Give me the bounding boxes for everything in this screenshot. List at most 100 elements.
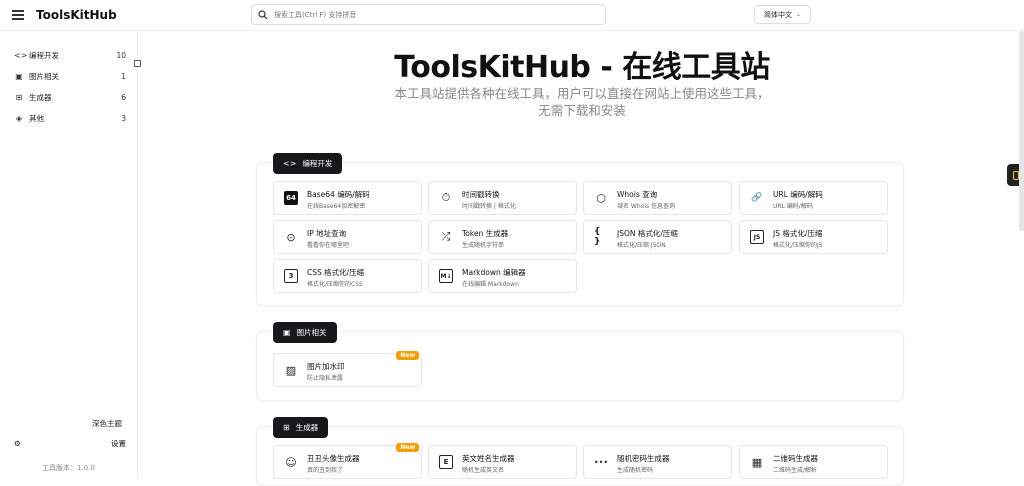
tool-desc: 域名 Whois 信息查询	[617, 203, 676, 210]
tool-desc: 格式化/压缩你的JS	[773, 242, 823, 249]
tool-card-css[interactable]: 3 CSS 格式化/压缩 格式化/压缩你的CSS	[273, 259, 422, 293]
tool-title: 图片加水印	[307, 362, 345, 371]
tool-title: 随机密码生成器	[617, 454, 670, 463]
tool-title: 时间戳转换	[462, 190, 500, 199]
js-icon: JS	[750, 230, 764, 244]
sidebar-item-label: 生成器	[29, 92, 52, 102]
tool-card-password[interactable]: ••• 随机密码生成器 生成随机密码	[583, 445, 732, 479]
settings-button[interactable]: ⚙ 设置	[14, 438, 126, 449]
image-icon: ▣	[15, 71, 23, 81]
tool-desc: 防止隐私泄露	[307, 375, 344, 382]
tool-desc: 随机生成英文名	[462, 467, 505, 474]
search-icon	[258, 9, 268, 19]
sidebar-item-image[interactable]: ▣ 图片相关 1	[14, 68, 126, 84]
tool-card-avatar[interactable]: ☺ 丑丑头像生成器 真的丑到我了 New	[273, 443, 422, 479]
tool-card-base64[interactable]: 64 Base64 编码/解码 在线Base64加密解密	[273, 181, 422, 215]
sidebar-item-label: 其他	[29, 113, 44, 123]
tool-title: CSS 格式化/压缩	[307, 268, 365, 277]
sidebar-item-count: 10	[116, 50, 126, 60]
tool-desc: 时间戳转换 | 格式化	[462, 203, 516, 210]
tool-card-qrcode[interactable]: ▦ 二维码生成器 二维码生成/解析	[739, 445, 888, 479]
dark-theme-button[interactable]: 深色主题	[92, 418, 122, 429]
tool-desc: 看看你在哪里吧	[307, 242, 350, 249]
site-logo[interactable]: ToolsKitHub	[36, 8, 117, 22]
tool-title: 英文姓名生成器	[462, 454, 515, 463]
tool-desc: 生成随机密码	[617, 467, 654, 474]
base64-icon: 64	[284, 191, 298, 205]
face-scan-icon: ☺	[285, 455, 297, 469]
search-input[interactable]	[274, 10, 594, 19]
chevron-down-icon: ⌄	[795, 11, 802, 18]
tool-title: 二维码生成器	[773, 454, 818, 463]
braces-icon: { }	[594, 227, 601, 247]
tool-card-token[interactable]: ⤮ Token 生成器 生成随机字符串	[428, 220, 577, 254]
section-title-badge: ▣ 图片相关	[273, 322, 337, 343]
tool-desc: 真的丑到我了	[307, 467, 344, 474]
tool-card-timestamp[interactable]: ⏱ 时间戳转换 时间戳转换 | 格式化	[428, 181, 577, 215]
sidebar-item-count: 6	[121, 92, 126, 102]
tool-desc: URL 编码/解码	[773, 203, 813, 210]
image-icon: ▣	[283, 328, 291, 337]
tool-title: IP 地址查询	[307, 229, 347, 238]
tool-card-url[interactable]: 🔗 URL 编码/解码 URL 编码/解码	[739, 181, 888, 215]
tool-card-whois[interactable]: ⬡ Whois 查询 域名 Whois 信息查询	[583, 181, 732, 215]
timer-icon: ⏱	[441, 191, 451, 204]
sidebar-item-other[interactable]: ◈ 其他 3	[14, 110, 126, 126]
tool-title: 丑丑头像生成器	[307, 454, 360, 463]
location-icon: ⊙	[286, 230, 296, 244]
code-icon: <>	[283, 159, 297, 168]
tool-card-markdown[interactable]: M↓ Markdown 编辑器 在线编辑 Markdown	[428, 259, 577, 293]
tool-title: URL 编码/解码	[773, 190, 823, 199]
sidebar-item-count: 1	[121, 71, 126, 81]
tool-desc: 格式化/压缩 JSON	[617, 242, 666, 249]
name-icon: E	[439, 455, 453, 469]
generator-icon: ⊞	[283, 423, 290, 432]
settings-label: 设置	[111, 439, 126, 448]
section-title-badge: ⊞ 生成器	[273, 417, 329, 438]
section-title: 图片相关	[296, 328, 327, 337]
css-icon: 3	[284, 269, 298, 283]
box-search-icon: ⬡	[596, 191, 606, 205]
version-label: 工具版本：1.0.0	[42, 464, 95, 472]
section-title-badge: <> 编程开发	[273, 153, 343, 174]
tool-desc: 在线编辑 Markdown	[462, 281, 519, 288]
menu-icon[interactable]	[12, 10, 24, 20]
sidebar-item-count: 3	[121, 113, 126, 123]
tool-desc: 二维码生成/解析	[773, 467, 818, 474]
language-select[interactable]: 简体中文 ⌄	[754, 5, 811, 24]
section-dev: <> 编程开发 64 Base64 编码/解码 在线Base64加密解密 ⏱ 时…	[256, 153, 904, 306]
tool-card-json[interactable]: { } JSON 格式化/压缩 格式化/压缩 JSON	[583, 220, 732, 254]
tool-card-watermark[interactable]: ▨ 图片加水印 防止隐私泄露 New	[273, 351, 422, 387]
sidebar-item-label: 图片相关	[29, 71, 59, 81]
page-title: ToolsKitHub - 在线工具站	[394, 50, 770, 85]
sidebar-item-generator[interactable]: ⊞ 生成器 6	[14, 89, 126, 105]
sidebar: <> 编程开发 10 ▣ 图片相关 1 ⊞ 生成器 6 ◈ 其他 3 深色主题 …	[0, 31, 138, 479]
tool-title: JSON 格式化/压缩	[617, 229, 678, 238]
tool-title: Token 生成器	[462, 229, 509, 238]
markdown-icon: M↓	[439, 269, 453, 283]
qrcode-icon: ▦	[751, 455, 763, 469]
tool-title: Markdown 编辑器	[462, 268, 526, 277]
section-title: 生成器	[295, 423, 319, 432]
layers-icon: ◈	[15, 113, 23, 123]
top-header: ToolsKitHub 简体中文 ⌄	[0, 0, 1024, 31]
tool-card-ip[interactable]: ⊙ IP 地址查询 看看你在哪里吧	[273, 220, 422, 254]
tool-title: JS 格式化/压缩	[773, 229, 823, 238]
tool-title: Whois 查询	[617, 190, 658, 199]
search-box[interactable]	[251, 4, 606, 25]
sidebar-item-dev[interactable]: <> 编程开发 10	[14, 47, 126, 63]
shuffle-icon: ⤮	[441, 230, 451, 243]
section-generator: ⊞ 生成器 ☺ 丑丑头像生成器 真的丑到我了 New E 英文姓名生成器 随机生…	[256, 417, 904, 486]
scrollbar[interactable]	[1019, 31, 1024, 231]
link-icon: 🔗	[751, 193, 763, 203]
tool-card-js[interactable]: JS JS 格式化/压缩 格式化/压缩你的JS	[739, 220, 888, 254]
password-icon: •••	[593, 457, 609, 467]
tool-desc: 在线Base64加密解密	[307, 203, 366, 210]
tool-title: Base64 编码/解码	[307, 190, 370, 199]
language-label: 简体中文	[763, 10, 792, 19]
section-image: ▣ 图片相关 ▨ 图片加水印 防止隐私泄露 New	[256, 322, 904, 401]
sidebar-item-label: 编程开发	[29, 50, 59, 60]
watermark-icon: ▨	[285, 363, 297, 377]
tool-card-english-name[interactable]: E 英文姓名生成器 随机生成英文名	[428, 445, 577, 479]
page-description: 本工具站提供各种在线工具，用户可以直接在网站上使用这些工具，无需下载和安装	[394, 86, 770, 118]
